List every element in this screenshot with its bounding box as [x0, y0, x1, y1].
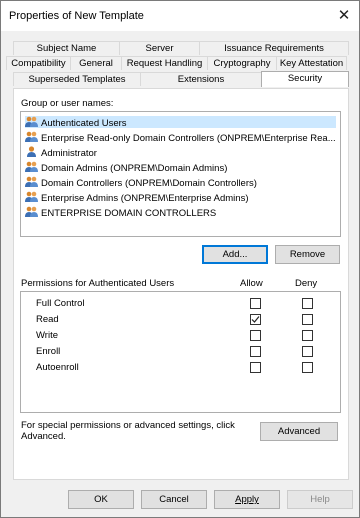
user-name: Administrator [41, 148, 97, 160]
advanced-button[interactable]: Advanced [260, 422, 338, 441]
allow-autoenroll-checkbox[interactable] [250, 362, 261, 373]
permission-enroll: Enroll [36, 346, 61, 357]
tab-issuance-requirements[interactable]: Issuance Requirements [199, 41, 349, 55]
tab-general[interactable]: General [70, 56, 122, 70]
user-list[interactable]: Authenticated Users Enterprise Read-only… [20, 111, 341, 237]
deny-write-checkbox[interactable] [302, 330, 313, 341]
tab-security[interactable]: Security [261, 71, 349, 87]
list-item-enterprise-dcs[interactable]: ENTERPRISE DOMAIN CONTROLLERS [25, 206, 217, 221]
permission-read: Read [36, 314, 59, 325]
allow-full-control-checkbox[interactable] [250, 298, 261, 309]
list-item-domain-controllers[interactable]: Domain Controllers (ONPREM\Domain Contro… [25, 176, 257, 191]
group-icon [25, 191, 38, 206]
group-icon [25, 161, 38, 176]
dialog-button-bar: OK Cancel Apply Help [1, 481, 359, 517]
tab-superseded-templates[interactable]: Superseded Templates [13, 72, 141, 86]
deny-header: Deny [295, 278, 318, 289]
user-name: Enterprise Read-only Domain Controllers … [41, 133, 336, 145]
tab-extensions[interactable]: Extensions [140, 72, 262, 86]
permissions-list: Full Control Read Write Enroll Autoenrol… [20, 291, 341, 413]
group-icon [25, 131, 38, 146]
group-label: Group or user names: [21, 98, 114, 109]
user-name: ENTERPRISE DOMAIN CONTROLLERS [41, 208, 217, 220]
dialog-title: Properties of New Template [9, 10, 144, 22]
add-button[interactable]: Add... [202, 245, 268, 264]
tab-compatibility[interactable]: Compatibility [6, 56, 71, 70]
user-icon [25, 146, 38, 161]
tab-key-attestation[interactable]: Key Attestation [276, 56, 347, 70]
tab-request-handling[interactable]: Request Handling [121, 56, 208, 70]
tab-subject-name[interactable]: Subject Name [13, 41, 120, 55]
user-name: Domain Admins (ONPREM\Domain Admins) [41, 163, 228, 175]
list-item-authenticated-users[interactable]: Authenticated Users [25, 116, 336, 131]
group-icon [25, 116, 38, 131]
close-icon[interactable]: ✕ [329, 1, 359, 31]
user-name: Enterprise Admins (ONPREM\Enterprise Adm… [41, 193, 249, 205]
remove-button[interactable]: Remove [275, 245, 340, 264]
deny-enroll-checkbox[interactable] [302, 346, 313, 357]
allow-read-checkbox[interactable] [250, 314, 261, 325]
group-icon [25, 206, 38, 221]
list-item-enterprise-rodc[interactable]: Enterprise Read-only Domain Controllers … [25, 131, 336, 146]
list-item-domain-admins[interactable]: Domain Admins (ONPREM\Domain Admins) [25, 161, 228, 176]
deny-autoenroll-checkbox[interactable] [302, 362, 313, 373]
permission-autoenroll: Autoenroll [36, 362, 79, 373]
permissions-label: Permissions for Authenticated Users [21, 278, 175, 289]
list-item-enterprise-admins[interactable]: Enterprise Admins (ONPREM\Enterprise Adm… [25, 191, 249, 206]
properties-dialog: Properties of New Template ✕ Subject Nam… [0, 0, 360, 518]
deny-read-checkbox[interactable] [302, 314, 313, 325]
tab-row-3: Superseded Templates Extensions Security [13, 71, 349, 87]
deny-full-control-checkbox[interactable] [302, 298, 313, 309]
permission-full-control: Full Control [36, 298, 85, 309]
ok-button[interactable]: OK [68, 490, 134, 509]
tab-row-2: Compatibility General Request Handling C… [6, 56, 347, 70]
allow-enroll-checkbox[interactable] [250, 346, 261, 357]
checkmark-icon [251, 316, 260, 323]
user-name: Authenticated Users [41, 118, 127, 130]
user-name: Domain Controllers (ONPREM\Domain Contro… [41, 178, 257, 190]
help-button: Help [287, 490, 353, 509]
security-panel: Group or user names: Authenticated Users… [13, 88, 349, 480]
group-icon [25, 176, 38, 191]
cancel-button[interactable]: Cancel [141, 490, 207, 509]
advanced-hint-text: For special permissions or advanced sett… [21, 420, 235, 442]
tab-cryptography[interactable]: Cryptography [207, 56, 277, 70]
tab-server[interactable]: Server [119, 41, 200, 55]
allow-write-checkbox[interactable] [250, 330, 261, 341]
tab-row-1: Subject Name Server Issuance Requirement… [13, 41, 349, 55]
list-item-administrator[interactable]: Administrator [25, 146, 97, 161]
allow-header: Allow [240, 278, 263, 289]
title-bar: Properties of New Template ✕ [1, 1, 359, 31]
apply-button[interactable]: Apply [214, 490, 280, 509]
permission-write: Write [36, 330, 58, 341]
